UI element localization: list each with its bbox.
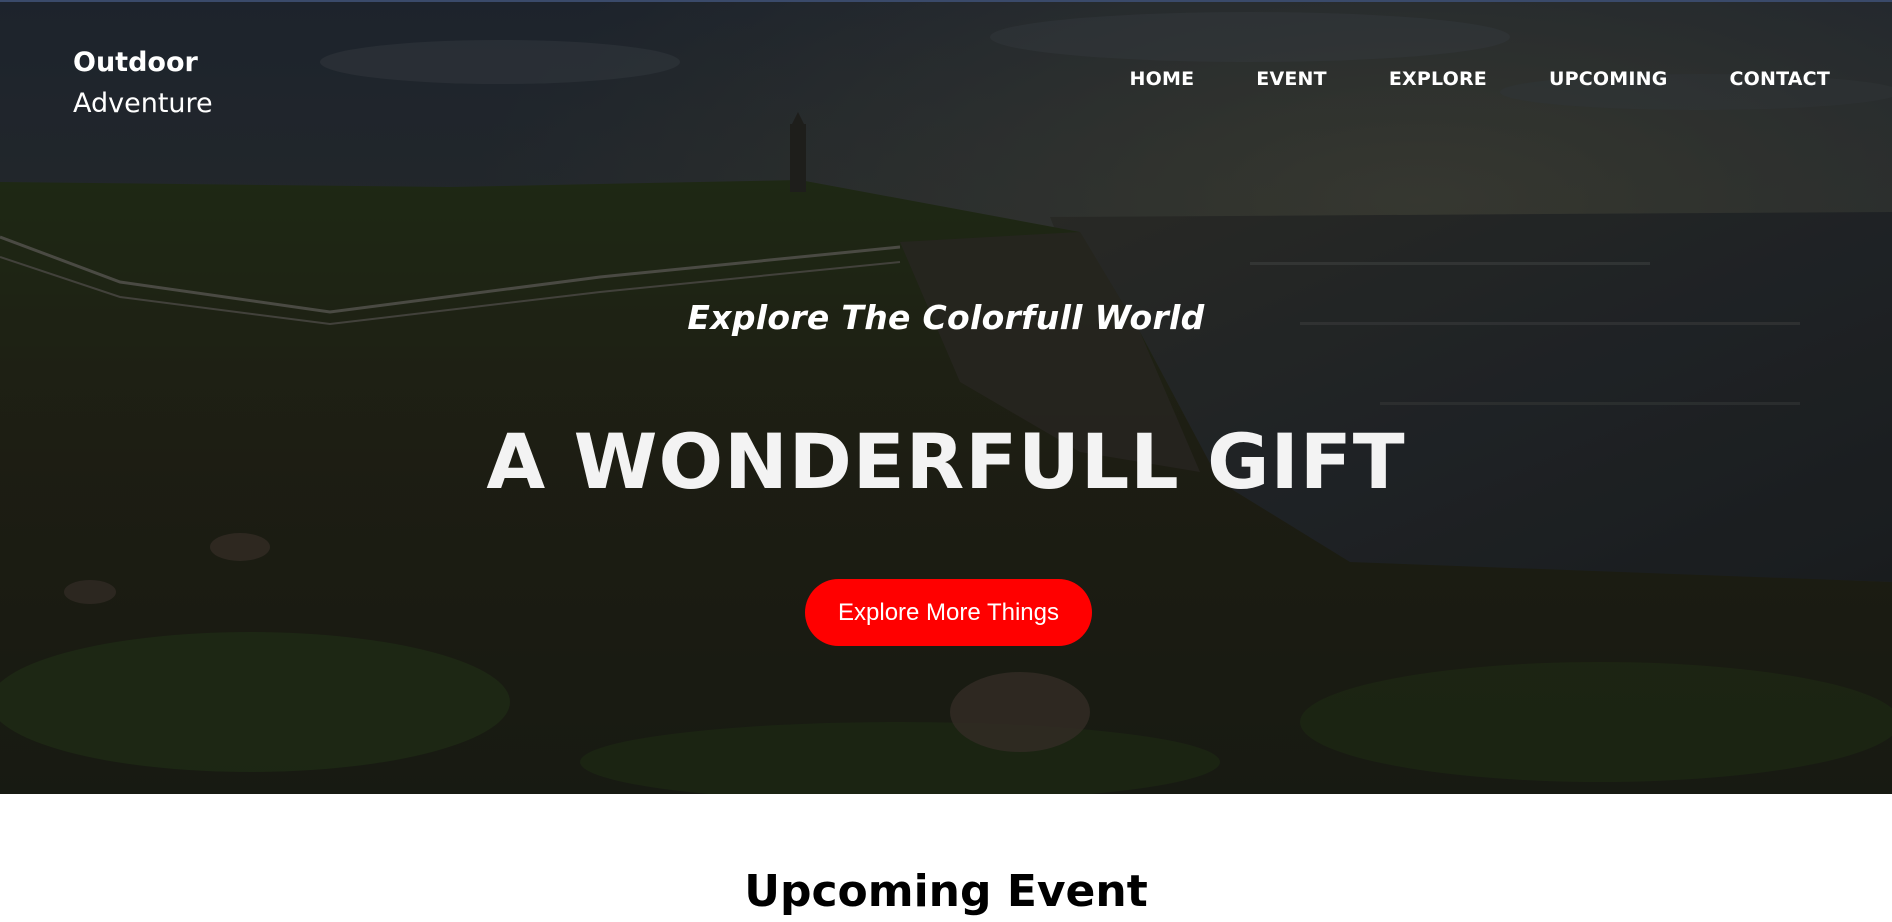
- site-logo[interactable]: Outdoor Adventure: [73, 42, 213, 124]
- nav-explore[interactable]: EXPLORE: [1389, 68, 1487, 90]
- hero-section: Outdoor Adventure HOME EVENT EXPLORE UPC…: [0, 0, 1892, 794]
- upcoming-event-title: Upcoming Event: [744, 866, 1148, 917]
- nav-event[interactable]: EVENT: [1256, 68, 1327, 90]
- logo-line-1: Outdoor: [73, 47, 198, 78]
- logo-line-2: Adventure: [73, 88, 213, 119]
- hero-tagline: Explore The Colorfull World: [687, 298, 1205, 337]
- hero-headline: A WONDERFULL GIFT: [486, 417, 1406, 506]
- nav-upcoming[interactable]: UPCOMING: [1549, 68, 1668, 90]
- nav-contact[interactable]: CONTACT: [1730, 68, 1831, 90]
- main-nav: HOME EVENT EXPLORE UPCOMING CONTACT: [1130, 68, 1830, 90]
- nav-home[interactable]: HOME: [1130, 68, 1195, 90]
- explore-more-button[interactable]: Explore More Things: [805, 579, 1092, 646]
- hero-overlay: [0, 2, 1892, 794]
